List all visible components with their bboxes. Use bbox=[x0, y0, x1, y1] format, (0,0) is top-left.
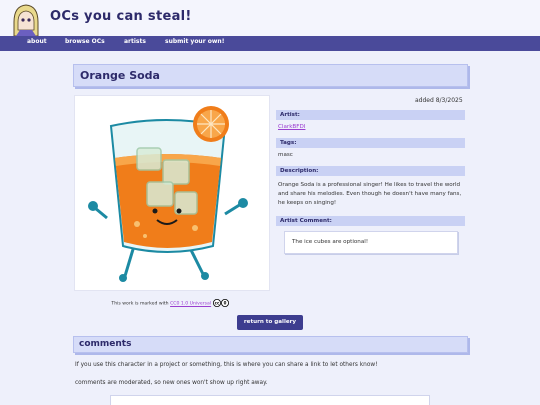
svg-text:0: 0 bbox=[223, 301, 226, 306]
page-title: Orange Soda bbox=[80, 69, 160, 82]
artist-link[interactable]: ClarkBFDI bbox=[278, 124, 305, 130]
site-header: OCs you can steal! bbox=[0, 0, 540, 36]
orange-soda-illustration bbox=[88, 106, 248, 282]
return-to-gallery-button[interactable]: return to gallery bbox=[237, 315, 303, 330]
artist-value: ClarkBFDI bbox=[278, 124, 305, 130]
mascot-logo[interactable] bbox=[8, 0, 44, 36]
artist-comment-box: The ice cubes are optional! bbox=[284, 231, 458, 254]
comments-info-2: comments are moderated, so new ones won'… bbox=[75, 380, 268, 386]
oc-title-bar: Orange Soda bbox=[73, 64, 468, 87]
main-nav: about browse OCs artists submit your own… bbox=[0, 36, 540, 51]
license-link[interactable]: CC0 1.0 Universal bbox=[170, 302, 211, 307]
nav-browse-ocs[interactable]: browse OCs bbox=[65, 38, 105, 45]
artist-comment-header: Artist Comment: bbox=[276, 216, 465, 226]
svg-text:cc: cc bbox=[214, 301, 219, 306]
artist-header: Artist: bbox=[276, 110, 465, 120]
comments-info-1: If you use this character in a project o… bbox=[75, 362, 378, 368]
description-text: Orange Soda is a professional singer! He… bbox=[278, 182, 462, 206]
cc-license-icon: cc 0 bbox=[212, 299, 229, 307]
added-date: added 8/3/2025 bbox=[415, 97, 463, 104]
license-line: This work is marked with CC0 1.0 Univers… bbox=[74, 299, 270, 307]
comments-bar: comments bbox=[73, 336, 468, 353]
license-prefix: This work is marked with bbox=[111, 301, 169, 307]
site-title[interactable]: OCs you can steal! bbox=[50, 9, 192, 24]
comments-heading: comments bbox=[79, 339, 132, 349]
nav-submit[interactable]: submit your own! bbox=[165, 38, 224, 45]
tags-header: Tags: bbox=[276, 138, 465, 148]
description-header: Description: bbox=[276, 166, 465, 176]
nav-artists[interactable]: artists bbox=[124, 38, 146, 45]
oc-image-frame[interactable] bbox=[74, 95, 270, 291]
artist-comment-text: The ice cubes are optional! bbox=[292, 239, 369, 245]
tags-value[interactable]: masc bbox=[278, 152, 293, 158]
comment-form[interactable] bbox=[110, 395, 430, 405]
nav-about[interactable]: about bbox=[27, 38, 47, 45]
